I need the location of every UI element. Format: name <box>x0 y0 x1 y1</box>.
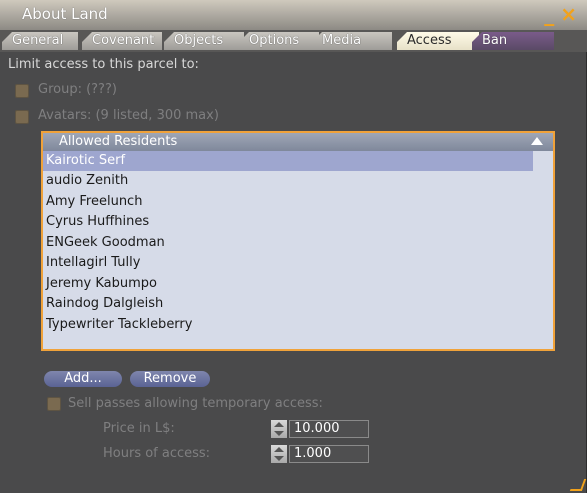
sort-ascending-icon[interactable] <box>531 137 543 145</box>
tab-access[interactable]: Access <box>397 32 479 50</box>
sell-passes-label: Sell passes allowing temporary access: <box>68 396 323 411</box>
about-land-window: About Land _× General Covenant Objects O… <box>0 0 587 493</box>
remove-button[interactable]: Remove <box>130 371 210 387</box>
group-checkbox[interactable] <box>15 84 29 98</box>
title-bar[interactable]: About Land _× <box>0 0 587 30</box>
tab-media[interactable]: Media <box>312 32 392 50</box>
list-item[interactable]: Cyrus Huffhines <box>43 212 533 232</box>
minimize-icon[interactable]: _ <box>544 2 560 26</box>
list-item[interactable]: audio Zenith <box>43 171 533 191</box>
sell-passes-checkbox[interactable] <box>47 397 61 411</box>
close-icon[interactable]: × <box>560 2 583 26</box>
price-label: Price in L$: <box>103 421 175 436</box>
price-stepper[interactable] <box>271 420 287 438</box>
decrement-arrow-icon[interactable] <box>274 456 284 461</box>
price-input[interactable]: 10.000 <box>289 420 369 438</box>
add-button[interactable]: Add... <box>44 371 122 387</box>
tab-strip: General Covenant Objects Options Media A… <box>0 30 587 52</box>
list-item[interactable]: Intellagirl Tully <box>43 253 533 273</box>
tab-options[interactable]: Options <box>239 32 319 50</box>
list-item[interactable]: ENGeek Goodman <box>43 233 533 253</box>
tab-general[interactable]: General <box>2 32 78 50</box>
limit-access-label: Limit access to this parcel to: <box>8 57 199 72</box>
decrement-arrow-icon[interactable] <box>274 431 284 436</box>
resize-handle-icon[interactable] <box>569 479 587 491</box>
list-header-label: Allowed Residents <box>59 134 178 149</box>
list-header[interactable]: Allowed Residents <box>43 133 553 151</box>
list-item[interactable]: Kairotic Serf <box>43 151 533 171</box>
list-item[interactable]: Jeremy Kabumpo <box>43 274 533 294</box>
hours-input[interactable]: 1.000 <box>289 445 369 463</box>
window-controls: _× <box>544 2 583 26</box>
group-label: Group: (???) <box>38 82 117 97</box>
increment-arrow-icon[interactable] <box>274 447 284 452</box>
hours-label: Hours of access: <box>103 446 211 461</box>
hours-stepper[interactable] <box>271 445 287 463</box>
avatars-checkbox[interactable] <box>15 110 29 124</box>
avatars-label: Avatars: (9 listed, 300 max) <box>38 108 219 123</box>
list-body: Kairotic Serf audio Zenith Amy Freelunch… <box>43 151 553 349</box>
window-title: About Land <box>22 5 108 23</box>
list-item[interactable]: Amy Freelunch <box>43 192 533 212</box>
list-item[interactable]: Typewriter Tackleberry <box>43 315 533 335</box>
tab-objects[interactable]: Objects <box>164 32 244 50</box>
tab-covenant[interactable]: Covenant <box>82 32 162 50</box>
allowed-residents-list[interactable]: Allowed Residents Kairotic Serf audio Ze… <box>41 131 555 351</box>
list-item[interactable]: Raindog Dalgleish <box>43 294 533 314</box>
increment-arrow-icon[interactable] <box>274 422 284 427</box>
tab-ban[interactable]: Ban <box>472 32 554 50</box>
